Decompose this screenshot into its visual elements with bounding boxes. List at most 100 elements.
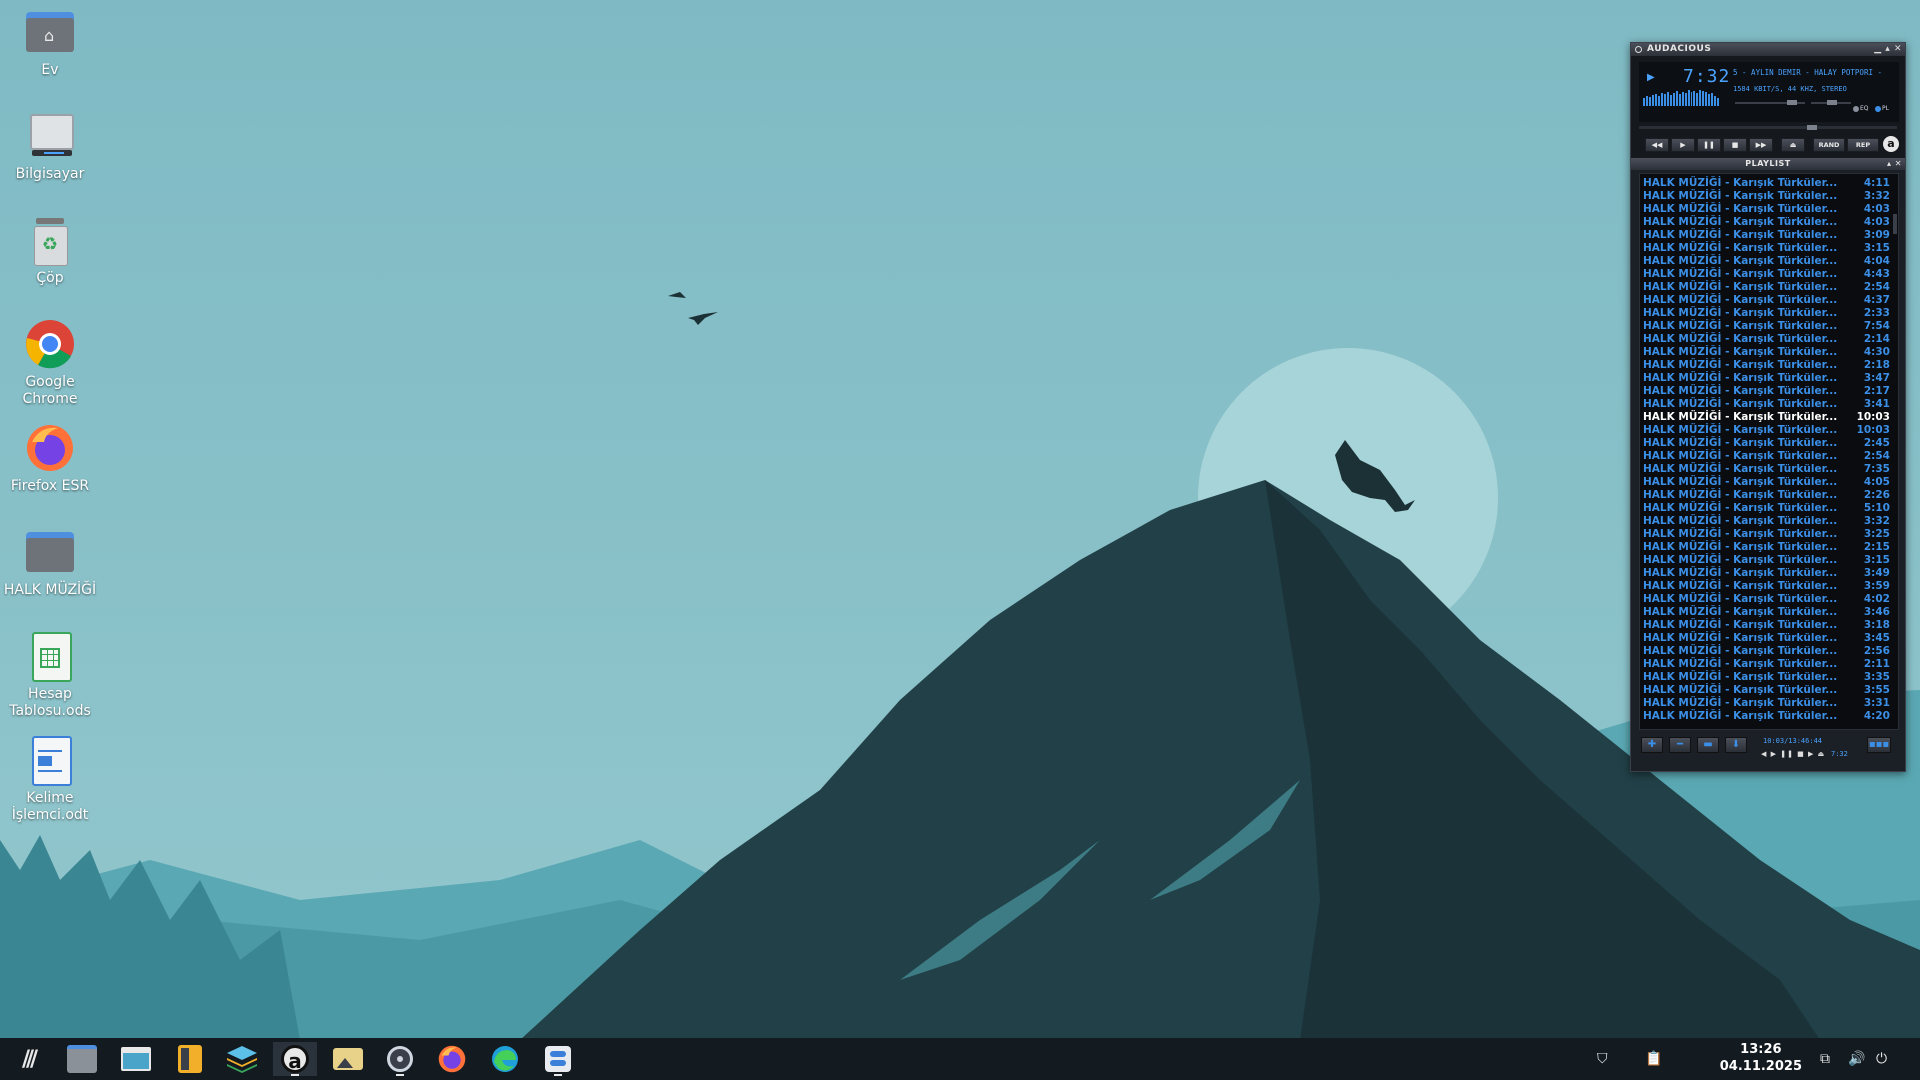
desktop-icon-trash[interactable]: ♻ Çöp — [0, 214, 100, 287]
mini-transport[interactable]: ◀ ▶ ❚❚ ■ ▶ ⏏ — [1761, 750, 1825, 758]
playlist-row[interactable]: HALK MÜZİĞİ - Karışık Türküler... 4:03 — [1640, 203, 1898, 216]
playlist-row[interactable]: HALK MÜZİĞİ - Karışık Türküler... 2:45 — [1640, 437, 1898, 450]
seek-bar[interactable] — [1639, 125, 1897, 130]
playlist-row[interactable]: HALK MÜZİĞİ - Karışık Türküler... 2:14 — [1640, 333, 1898, 346]
playlist-row[interactable]: HALK MÜZİĞİ - Karışık Türküler... 3:25 — [1640, 528, 1898, 541]
playlist-row[interactable]: HALK MÜZİĞİ - Karışık Türküler... 2:54 — [1640, 281, 1898, 294]
play-button[interactable]: ▶ — [1671, 138, 1695, 152]
desktop-icon-home[interactable]: ⌂ Ev — [0, 6, 100, 79]
repeat-button[interactable]: REP — [1847, 138, 1879, 152]
playlist-row[interactable]: HALK MÜZİĞİ - Karışık Türküler... 4:02 — [1640, 593, 1898, 606]
playlist-row[interactable]: HALK MÜZİĞİ - Karışık Türküler... 4:11 — [1640, 177, 1898, 190]
balance-slider[interactable] — [1811, 100, 1851, 105]
edge-button[interactable] — [483, 1042, 527, 1076]
playlist-row[interactable]: HALK MÜZİĞİ - Karışık Türküler... 2:18 — [1640, 359, 1898, 372]
playlist-row[interactable]: HALK MÜZİĞİ - Karışık Türküler... 3:47 — [1640, 372, 1898, 385]
playlist-row[interactable]: HALK MÜZİĞİ - Karışık Türküler... 4:37 — [1640, 294, 1898, 307]
list-button[interactable]: ▪▪▪ — [1867, 737, 1891, 753]
next-button[interactable]: ▶▶ — [1749, 138, 1773, 152]
audacious-taskbar-button[interactable]: a — [273, 1042, 317, 1076]
pause-button[interactable]: ❚❚ — [1697, 138, 1721, 152]
desktop-icon-writer[interactable]: Kelime İşlemci.odt — [0, 734, 100, 824]
playlist-row[interactable]: HALK MÜZİĞİ - Karışık Türküler... 4:04 — [1640, 255, 1898, 268]
calculator-button[interactable] — [168, 1042, 212, 1076]
playlist-row[interactable]: HALK MÜZİĞİ - Karışık Türküler... 4:43 — [1640, 268, 1898, 281]
eq-toggle[interactable]: EQ — [1853, 105, 1869, 112]
playlist-row[interactable]: HALK MÜZİĞİ - Karışık Türküler... 3:45 — [1640, 632, 1898, 645]
playlist-row[interactable]: HALK MÜZİĞİ - Karışık Türküler... 10:03 — [1640, 424, 1898, 437]
playlist-row[interactable]: HALK MÜZİĞİ - Karışık Türküler... 4:30 — [1640, 346, 1898, 359]
launcher-button[interactable]: /// — [6, 1042, 50, 1076]
playlist-row[interactable]: HALK MÜZİĞİ - Karışık Türküler... 3:46 — [1640, 606, 1898, 619]
playlist-row[interactable]: HALK MÜZİĞİ - Karışık Türküler... 2:33 — [1640, 307, 1898, 320]
volume-icon[interactable]: 🔊 — [1848, 1051, 1865, 1067]
playlist-row[interactable]: HALK MÜZİĞİ - Karışık Türküler... 3:59 — [1640, 580, 1898, 593]
playlist-scrollbar[interactable] — [1893, 214, 1897, 234]
audacious-titlebar[interactable]: AUDACIOUS ▁ ▴ ✕ — [1631, 43, 1905, 56]
shade-icon[interactable]: ▴ — [1887, 159, 1892, 168]
playlist-row[interactable]: HALK MÜZİĞİ - Karışık Türküler... 3:15 — [1640, 242, 1898, 255]
network-icon[interactable]: ⧉ — [1820, 1051, 1830, 1067]
audacious-menu-icon[interactable]: a — [1883, 136, 1899, 152]
playlist-row[interactable]: HALK MÜZİĞİ - Karışık Türküler... 3:41 — [1640, 398, 1898, 411]
layers-button[interactable] — [220, 1042, 264, 1076]
playlist-row[interactable]: HALK MÜZİĞİ - Karışık Türküler... 3:09 — [1640, 229, 1898, 242]
playlist-row[interactable]: HALK MÜZİĞİ - Karışık Türküler... 5:10 — [1640, 502, 1898, 515]
stop-button[interactable]: ■ — [1723, 138, 1747, 152]
minimize-icon[interactable]: ▁ — [1874, 44, 1881, 54]
desktop-icon-spreadsheet[interactable]: Hesap Tablosu.ods — [0, 630, 100, 720]
close-icon[interactable]: ✕ — [1894, 44, 1902, 54]
shuffle-button[interactable]: RAND — [1813, 138, 1845, 152]
playlist-row[interactable]: HALK MÜZİĞİ - Karışık Türküler... 3:55 — [1640, 684, 1898, 697]
playlist-row[interactable]: HALK MÜZİĞİ - Karışık Türküler... 3:18 — [1640, 619, 1898, 632]
playlist-row[interactable]: HALK MÜZİĞİ - Karışık Türküler... 4:05 — [1640, 476, 1898, 489]
settings-button[interactable] — [536, 1042, 580, 1076]
desktop-icon-chrome[interactable]: Google Chrome — [0, 318, 100, 408]
playlist-row[interactable]: HALK MÜZİĞİ - Karışık Türküler... 2:11 — [1640, 658, 1898, 671]
playlist-row[interactable]: HALK MÜZİĞİ - Karışık Türküler... 3:32 — [1640, 515, 1898, 528]
terminal-button[interactable] — [114, 1042, 158, 1076]
playlist-row[interactable]: HALK MÜZİĞİ - Karışık Türküler... 4:20 — [1640, 710, 1898, 723]
add-button[interactable]: ✚ — [1641, 737, 1663, 753]
playlist-row[interactable]: HALK MÜZİĞİ - Karışık Türküler... 2:54 — [1640, 450, 1898, 463]
previous-button[interactable]: ◀◀ — [1645, 138, 1669, 152]
playlist-row[interactable]: HALK MÜZİĞİ - Karışık Türküler... 2:15 — [1640, 541, 1898, 554]
pl-toggle[interactable]: PL — [1875, 105, 1889, 112]
audacious-window[interactable]: AUDACIOUS ▁ ▴ ✕ ▶ 7:32 5 - AYLIN DEMIR -… — [1630, 42, 1906, 772]
desktop-icon-firefox[interactable]: Firefox ESR — [0, 422, 100, 495]
shade-icon[interactable]: ▴ — [1885, 44, 1890, 54]
playlist-row[interactable]: HALK MÜZİĞİ - Karışık Türküler... 4:03 — [1640, 216, 1898, 229]
desktop-icon-computer[interactable]: Bilgisayar — [0, 110, 100, 183]
playlist-row[interactable]: HALK MÜZİĞİ - Karışık Türküler... 2:17 — [1640, 385, 1898, 398]
firefox-taskbar-button[interactable] — [430, 1042, 474, 1076]
select-button[interactable]: ▬ — [1697, 737, 1719, 753]
shield-icon[interactable]: ⛉ — [1597, 1051, 1608, 1067]
power-icon[interactable]: ⏻ — [1876, 1051, 1887, 1067]
playlist-row[interactable]: HALK MÜZİĞİ - Karışık Türküler... 7:35 — [1640, 463, 1898, 476]
clipboard-icon[interactable]: 📋 — [1645, 1051, 1662, 1067]
volume-knob[interactable] — [1787, 100, 1797, 105]
clock[interactable]: 13:26 04.11.2025 — [1720, 1042, 1802, 1075]
volume-slider[interactable] — [1735, 100, 1805, 105]
playlist-row[interactable]: HALK MÜZİĞİ - Karışık Türküler... 7:54 — [1640, 320, 1898, 333]
eject-button[interactable]: ⏏ — [1781, 138, 1805, 152]
misc-button[interactable]: ⬇ — [1725, 737, 1747, 753]
image-viewer-button[interactable] — [326, 1042, 370, 1076]
playlist-titlebar[interactable]: PLAYLIST ▴ ✕ — [1631, 158, 1905, 170]
sound-button[interactable] — [378, 1042, 422, 1076]
playlist-row[interactable]: HALK MÜZİĞİ - Karışık Türküler... 10:03 — [1640, 411, 1898, 424]
file-manager-button[interactable] — [60, 1042, 104, 1076]
playlist[interactable]: HALK MÜZİĞİ - Karışık Türküler... 4:11 HAL… — [1639, 173, 1899, 730]
close-icon[interactable]: ✕ — [1895, 159, 1902, 168]
playlist-row[interactable]: HALK MÜZİĞİ - Karışık Türküler... 3:35 — [1640, 671, 1898, 684]
playlist-row[interactable]: HALK MÜZİĞİ - Karışık Türküler... 2:26 — [1640, 489, 1898, 502]
playlist-row[interactable]: HALK MÜZİĞİ - Karışık Türküler... 3:31 — [1640, 697, 1898, 710]
playlist-row[interactable]: HALK MÜZİĞİ - Karışık Türküler... 3:49 — [1640, 567, 1898, 580]
playlist-row[interactable]: HALK MÜZİĞİ - Karışık Türküler... 2:56 — [1640, 645, 1898, 658]
seek-knob[interactable] — [1807, 125, 1817, 130]
desktop-icon-halk-muzigi[interactable]: HALK MÜZİĞİ — [0, 526, 100, 599]
playlist-row[interactable]: HALK MÜZİĞİ - Karışık Türküler... 3:15 — [1640, 554, 1898, 567]
remove-button[interactable]: ━ — [1669, 737, 1691, 753]
playlist-row[interactable]: HALK MÜZİĞİ - Karışık Türküler... 3:32 — [1640, 190, 1898, 203]
balance-knob[interactable] — [1827, 100, 1837, 105]
